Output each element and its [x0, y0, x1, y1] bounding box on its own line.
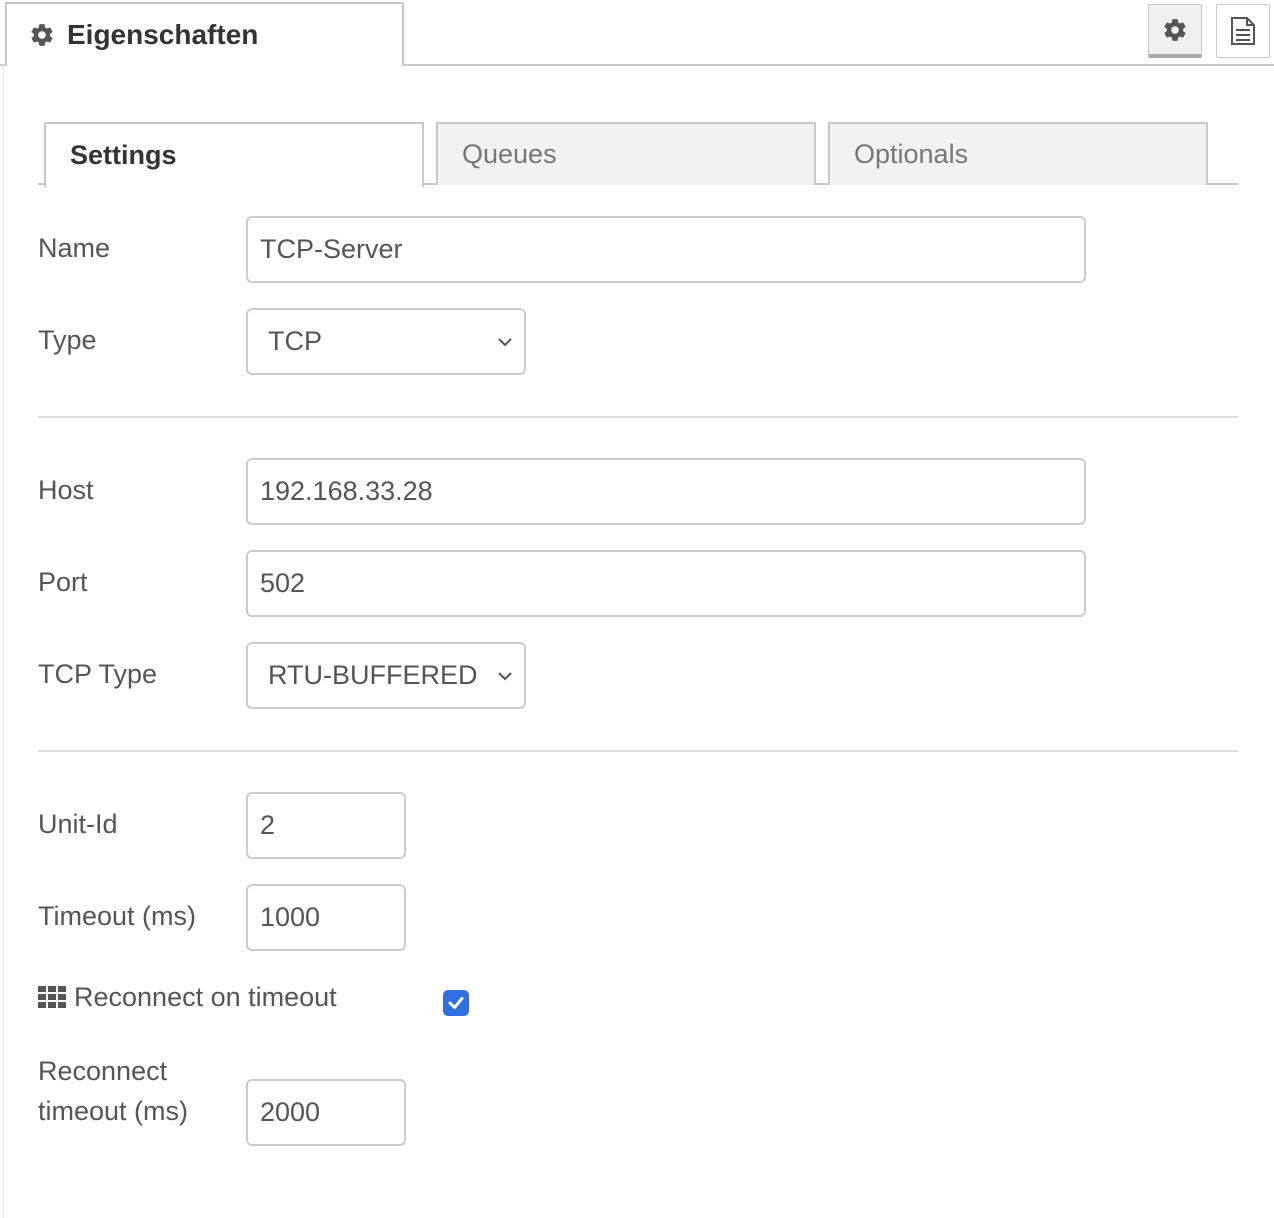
- name-label: Name: [38, 233, 111, 263]
- properties-title: Eigenschaften: [67, 19, 259, 50]
- reconnect-on-timeout-checkbox[interactable]: [443, 990, 469, 1016]
- section-divider: [38, 750, 1238, 752]
- reconnect-timeout-input[interactable]: 2000: [246, 1079, 406, 1146]
- name-value: TCP-Server: [260, 234, 403, 264]
- timeout-label: Timeout (ms): [38, 901, 197, 931]
- tcp-type-select[interactable]: RTU-BUFFERED: [246, 642, 526, 709]
- port-label: Port: [38, 567, 88, 597]
- reconnect-on-timeout-row: Reconnect on timeout: [38, 977, 337, 1017]
- section-divider: [38, 416, 1238, 418]
- host-label: Host: [38, 475, 94, 505]
- grid-icon: [38, 986, 66, 1008]
- timeout-input[interactable]: 1000: [246, 884, 406, 951]
- tcp-type-label: TCP Type: [38, 659, 158, 689]
- unit-id-value: 2: [260, 810, 276, 840]
- unit-id-label: Unit-Id: [38, 809, 118, 839]
- panel-left-edge: [3, 64, 4, 1218]
- timeout-value: 1000: [260, 902, 321, 932]
- tcp-type-value: RTU-BUFFERED: [268, 660, 478, 690]
- unit-id-input[interactable]: 2: [246, 792, 406, 859]
- tab-queues-label: Queues: [462, 139, 557, 169]
- tab-queues[interactable]: Queues: [436, 122, 816, 185]
- tab-settings-label: Settings: [70, 140, 177, 170]
- settings-button[interactable]: [1148, 4, 1202, 58]
- description-button[interactable]: [1216, 4, 1270, 58]
- checkmark-icon: [448, 997, 464, 1009]
- tab-optionals-label: Optionals: [854, 139, 969, 169]
- document-icon: [1231, 17, 1255, 45]
- gear-icon: [1164, 18, 1186, 41]
- tab-optionals[interactable]: Optionals: [828, 122, 1208, 185]
- tab-settings[interactable]: Settings: [44, 122, 424, 187]
- gear-icon: [31, 24, 53, 46]
- type-label: Type: [38, 325, 97, 355]
- reconnect-on-timeout-label: Reconnect on timeout: [74, 982, 337, 1012]
- host-value: 192.168.33.28: [260, 476, 433, 506]
- type-value: TCP: [268, 326, 322, 356]
- port-input[interactable]: 502: [246, 550, 1086, 617]
- port-value: 502: [260, 568, 306, 598]
- name-input[interactable]: TCP-Server: [246, 216, 1086, 283]
- host-input[interactable]: 192.168.33.28: [246, 458, 1086, 525]
- reconnect-timeout-value: 2000: [260, 1097, 321, 1127]
- reconnect-timeout-label-line2: timeout (ms): [38, 1096, 189, 1126]
- reconnect-timeout-label-line1: Reconnect: [38, 1056, 168, 1086]
- chevron-down-icon: [498, 671, 512, 680]
- type-select[interactable]: TCP: [246, 308, 526, 375]
- chevron-down-icon: [498, 337, 512, 346]
- properties-tab[interactable]: Eigenschaften: [5, 2, 404, 66]
